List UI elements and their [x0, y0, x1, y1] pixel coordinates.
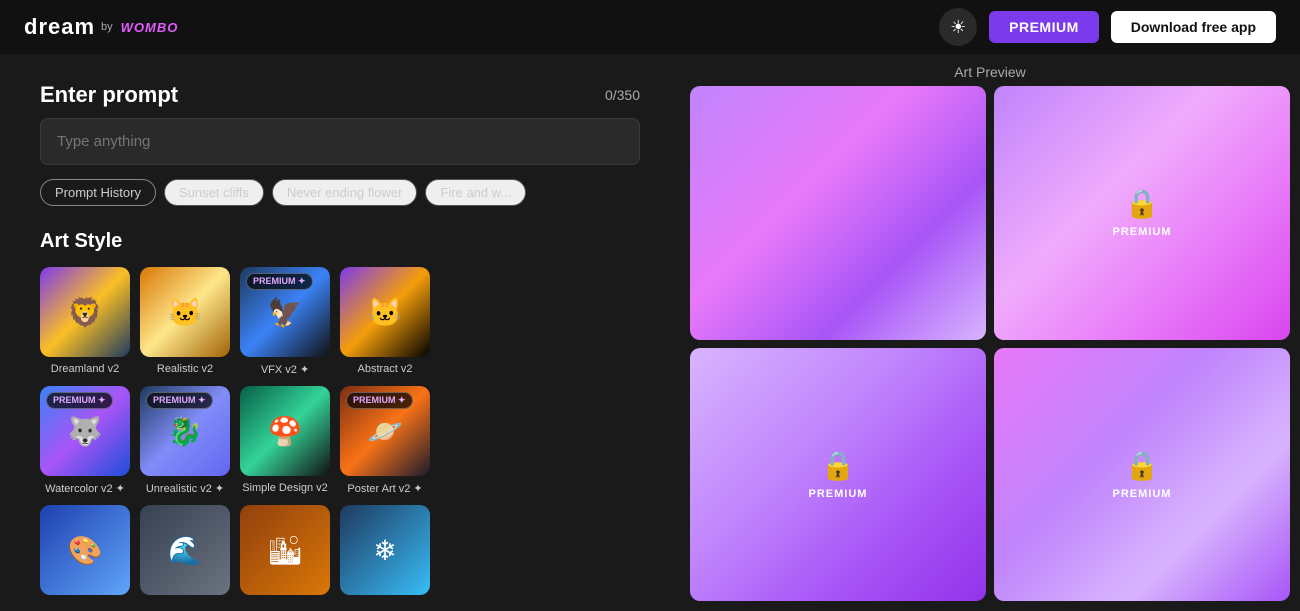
style-label-abstract: Abstract v2 — [357, 363, 412, 375]
style-thumb-r3-3: 🏙 — [240, 505, 330, 595]
lock-icon-3: 🔒 — [821, 449, 856, 482]
tag-never-ending-flower[interactable]: Never ending flower — [272, 179, 418, 206]
style-thumb-r3-4: ❄ — [340, 505, 430, 595]
premium-button[interactable]: PREMIUM — [989, 11, 1099, 43]
download-button[interactable]: Download free app — [1111, 11, 1276, 43]
r3-art-4: ❄ — [340, 505, 430, 595]
preview-cell-2: 🔒 PREMIUM — [994, 86, 1290, 340]
style-item-vfx[interactable]: PREMIUM ✦ 🦅 VFX v2 ✦ — [240, 267, 330, 376]
premium-label-4: PREMIUM — [1113, 488, 1172, 500]
style-thumb-r3-1: 🎨 — [40, 505, 130, 595]
premium-badge-poster: PREMIUM ✦ — [346, 392, 413, 409]
r3-art-1: 🎨 — [40, 505, 130, 595]
dreamland-art: 🦁 — [40, 267, 130, 357]
simple-art: 🍄 — [240, 386, 330, 476]
tag-sunset-cliffs[interactable]: Sunset cliffs — [164, 179, 264, 206]
main-layout: Enter prompt 0/350 Prompt History Sunset… — [0, 54, 1300, 611]
art-preview-label: Art Preview — [680, 54, 1300, 86]
prompt-input[interactable] — [40, 118, 640, 165]
char-count: 0/350 — [605, 87, 640, 103]
style-label-realistic: Realistic v2 — [157, 363, 213, 375]
realistic-art: 🐱 — [140, 267, 230, 357]
style-thumb-unrealistic: PREMIUM ✦ 🐉 — [140, 386, 230, 476]
preview-cell-3: 🔒 PREMIUM — [690, 348, 986, 602]
preview-grid: 🔒 PREMIUM 🔒 PREMIUM 🔒 PREMIUM — [680, 86, 1300, 611]
style-label-dreamland: Dreamland v2 — [51, 363, 119, 375]
tag-prompt-history[interactable]: Prompt History — [40, 179, 156, 206]
premium-label-3: PREMIUM — [809, 488, 868, 500]
logo-area: dream by WOMBO — [24, 14, 178, 40]
logo-dream: dream — [24, 14, 95, 40]
style-thumb-realistic: 🐱 — [140, 267, 230, 357]
logo-wombo: WOMBO — [121, 20, 179, 35]
style-item-dreamland[interactable]: 🦁 Dreamland v2 — [40, 267, 130, 376]
art-style-title: Art Style — [40, 230, 640, 253]
style-thumb-vfx: PREMIUM ✦ 🦅 — [240, 267, 330, 357]
style-thumb-watercolor: PREMIUM ✦ 🐺 — [40, 386, 130, 476]
style-item-r3-3[interactable]: 🏙 — [240, 505, 330, 595]
art-style-grid-row1: 🦁 Dreamland v2 🐱 Realistic v2 PREMIUM ✦ … — [40, 267, 640, 376]
prompt-title: Enter prompt — [40, 82, 178, 108]
style-item-r3-4[interactable]: ❄ — [340, 505, 430, 595]
premium-badge-watercolor: PREMIUM ✦ — [46, 392, 113, 409]
left-panel: Enter prompt 0/350 Prompt History Sunset… — [0, 54, 680, 611]
abstract-art: 🐱 — [340, 267, 430, 357]
style-item-r3-2[interactable]: 🌊 — [140, 505, 230, 595]
style-item-abstract[interactable]: 🐱 Abstract v2 — [340, 267, 430, 376]
header: dream by WOMBO ☀ PREMIUM Download free a… — [0, 0, 1300, 54]
premium-badge-vfx: PREMIUM ✦ — [246, 273, 313, 290]
style-thumb-simple: 🍄 — [240, 386, 330, 476]
logo-by: by — [101, 21, 113, 33]
style-item-watercolor[interactable]: PREMIUM ✦ 🐺 Watercolor v2 ✦ — [40, 386, 130, 495]
style-label-poster: Poster Art v2 ✦ — [347, 482, 422, 495]
sun-icon: ☀ — [950, 17, 966, 38]
r3-art-2: 🌊 — [140, 505, 230, 595]
prompt-header: Enter prompt 0/350 — [40, 82, 640, 108]
premium-badge-unrealistic: PREMIUM ✦ — [146, 392, 213, 409]
lock-icon-2: 🔒 — [1125, 187, 1160, 220]
style-item-unrealistic[interactable]: PREMIUM ✦ 🐉 Unrealistic v2 ✦ — [140, 386, 230, 495]
style-thumb-dreamland: 🦁 — [40, 267, 130, 357]
preview-cell-4: 🔒 PREMIUM — [994, 348, 1290, 602]
header-right: ☀ PREMIUM Download free app — [939, 8, 1276, 46]
prompt-tags: Prompt History Sunset cliffs Never endin… — [40, 179, 640, 206]
preview-cell-1 — [690, 86, 986, 340]
style-item-r3-1[interactable]: 🎨 — [40, 505, 130, 595]
style-thumb-r3-2: 🌊 — [140, 505, 230, 595]
style-label-watercolor: Watercolor v2 ✦ — [45, 482, 125, 495]
style-item-realistic[interactable]: 🐱 Realistic v2 — [140, 267, 230, 376]
lock-icon-4: 🔒 — [1125, 449, 1160, 482]
style-label-simple: Simple Design v2 — [242, 482, 328, 494]
r3-art-3: 🏙 — [240, 505, 330, 595]
style-label-vfx: VFX v2 ✦ — [261, 363, 309, 376]
style-thumb-abstract: 🐱 — [340, 267, 430, 357]
style-item-poster[interactable]: PREMIUM ✦ 🪐 Poster Art v2 ✦ — [340, 386, 430, 495]
theme-toggle-button[interactable]: ☀ — [939, 8, 977, 46]
art-style-grid-row2: PREMIUM ✦ 🐺 Watercolor v2 ✦ PREMIUM ✦ 🐉 … — [40, 386, 640, 495]
art-style-grid-row3: 🎨 🌊 🏙 ❄ — [40, 505, 640, 595]
style-label-unrealistic: Unrealistic v2 ✦ — [146, 482, 224, 495]
style-thumb-poster: PREMIUM ✦ 🪐 — [340, 386, 430, 476]
premium-label-2: PREMIUM — [1113, 226, 1172, 238]
style-item-simple[interactable]: 🍄 Simple Design v2 — [240, 386, 330, 495]
tag-fire[interactable]: Fire and w... — [425, 179, 526, 206]
right-panel: Art Preview 🔒 PREMIUM 🔒 PREMIUM 🔒 PREMIU… — [680, 54, 1300, 611]
